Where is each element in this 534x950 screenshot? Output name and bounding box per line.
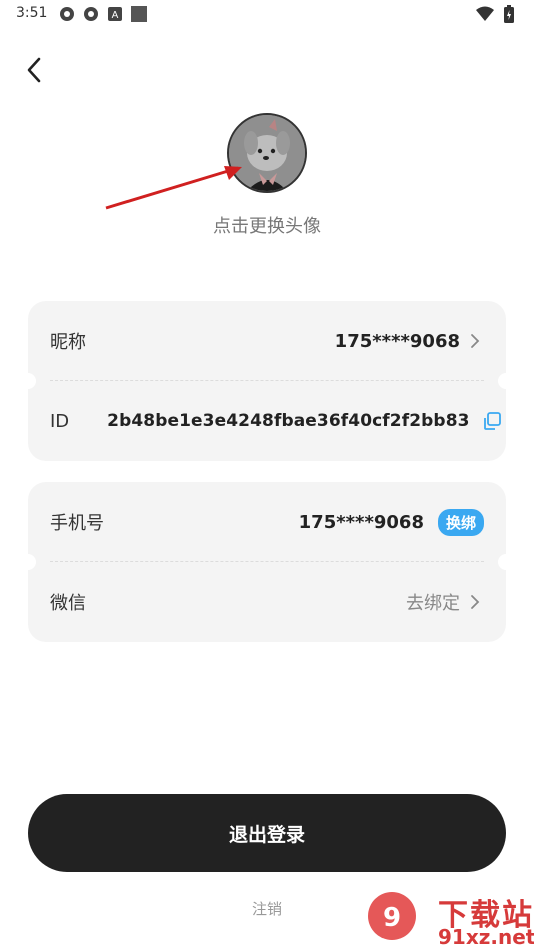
phone-label: 手机号 <box>50 513 104 534</box>
wechat-row[interactable]: 微信 去绑定 <box>28 562 506 642</box>
phone-value: 175****9068 <box>298 511 424 533</box>
nickname-label: 昵称 <box>50 332 86 353</box>
rebind-badge-button[interactable]: 换绑 <box>437 508 484 536</box>
wifi-icon <box>476 5 494 23</box>
red-arrow-annotation <box>105 166 242 210</box>
text-a-icon: A <box>106 5 124 23</box>
nickname-row[interactable]: 昵称 175****9068 <box>28 301 506 381</box>
svg-text:A: A <box>112 10 119 21</box>
status-bar: 3:51 A <box>0 0 534 30</box>
id-value: 2b48be1e3e4248fbae36f40cf2f2bb83 <box>107 411 470 431</box>
avatar-caption[interactable]: 点击更换头像 <box>0 212 534 238</box>
chevron-left-icon <box>27 57 41 83</box>
profile-card: 昵称 175****9068 ID 2b48be1e3e4248fbae36f4… <box>20 301 514 461</box>
wechat-label: 微信 <box>50 593 86 614</box>
wechat-bind-value: 去绑定 <box>406 593 460 614</box>
app-icon-2 <box>82 5 100 23</box>
status-right-icons <box>476 5 518 23</box>
app-icon-1 <box>58 5 76 23</box>
phone-row: 手机号 175****9068 换绑 <box>28 482 506 562</box>
chevron-right-icon <box>470 593 484 611</box>
status-left-icons: A <box>58 5 148 23</box>
copy-icon[interactable] <box>482 411 502 431</box>
watermark-text-bottom: 91xz.net <box>438 925 534 949</box>
square-icon <box>130 5 148 23</box>
binding-card: 手机号 175****9068 换绑 微信 去绑定 <box>20 482 514 642</box>
back-button[interactable] <box>16 52 52 88</box>
svg-text:9: 9 <box>383 903 401 933</box>
id-row: ID 2b48be1e3e4248fbae36f40cf2f2bb83 <box>28 381 506 461</box>
nickname-value: 175****9068 <box>334 330 460 352</box>
id-label: ID <box>50 410 70 432</box>
status-time: 3:51 <box>16 5 48 21</box>
battery-icon <box>500 5 518 23</box>
logout-button[interactable]: 退出登录 <box>28 794 506 872</box>
chevron-right-icon <box>470 332 484 350</box>
